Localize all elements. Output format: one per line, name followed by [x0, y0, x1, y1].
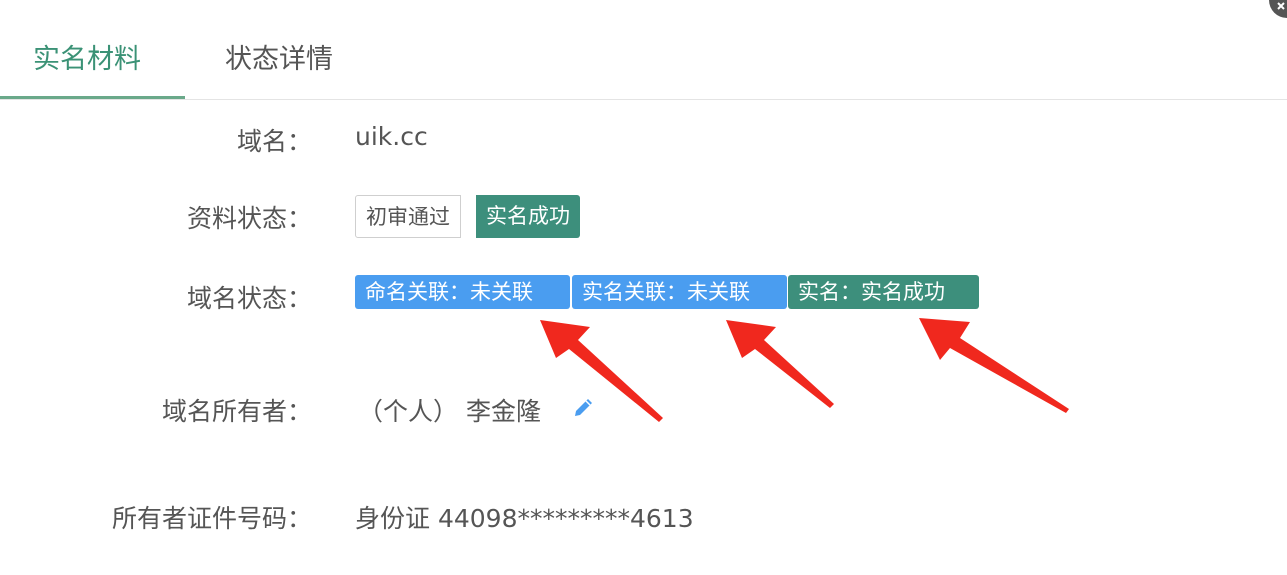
page: 实名材料 状态详情 域名： uik.cc 资料状态： 初审通过 实名成功 域名状…: [0, 0, 1287, 575]
pencil-icon[interactable]: [572, 395, 596, 419]
owner-id-label: 所有者证件号码：: [111, 504, 312, 533]
owner-label: 域名所有者：: [161, 397, 312, 426]
close-icon[interactable]: [1265, 0, 1287, 22]
domain-status-label: 域名状态：: [186, 284, 312, 313]
status-badge-real-name-association: 实名关联：未关联: [572, 275, 787, 309]
arrow-icon: [726, 320, 834, 408]
status-badge-real-name-success: 实名成功: [476, 195, 580, 238]
material-status-label: 资料状态：: [186, 204, 312, 233]
domain-value: uik.cc: [355, 122, 428, 151]
tab-bar: 实名材料 状态详情: [0, 0, 1287, 100]
domain-label: 域名：: [236, 127, 312, 156]
status-badge-naming-association: 命名关联：未关联: [355, 275, 570, 309]
arrow-icon: [540, 320, 663, 422]
status-badge-preliminary-approved: 初审通过: [355, 195, 461, 238]
arrow-icon: [919, 318, 1069, 413]
status-badge-real-name: 实名：实名成功: [788, 275, 979, 309]
tab-status-details[interactable]: 状态详情: [225, 38, 333, 82]
owner-value: （个人） 李金隆: [358, 397, 541, 426]
tab-real-name-materials[interactable]: 实名材料: [33, 38, 141, 82]
active-tab-indicator: [0, 96, 185, 99]
owner-id-value: 身份证 44098*********4613: [355, 504, 694, 533]
